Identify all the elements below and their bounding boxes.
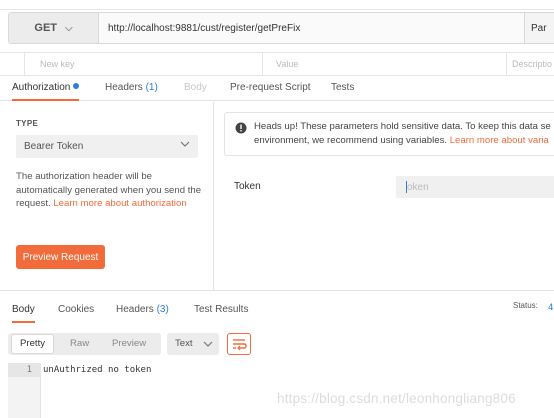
new-key-input[interactable]: New key [40,53,75,75]
tab-test-results[interactable]: Test Results [194,298,248,323]
tab-label: Headers [105,82,143,93]
response-text: unAuthrized no token [43,365,152,375]
token-placeholder: oken [407,181,429,193]
line-number: 1 [26,365,32,375]
tab-headers[interactable]: Headers (1) [105,76,158,101]
tab-label: Authorization [12,82,71,93]
format-value: Text [175,338,193,349]
tab-pre-request-script[interactable]: Pre-request Script [230,76,311,101]
active-line-highlight [8,363,41,377]
auth-type-select[interactable]: Bearer Token [16,135,198,158]
pretty-button[interactable]: Pretty [11,334,55,354]
tab-tests[interactable]: Tests [331,76,354,101]
method-label: GET [34,22,58,34]
token-input[interactable]: oken [396,176,554,198]
tab-response-body[interactable]: Body [12,298,35,323]
tab-authorization[interactable]: Authorization [12,76,80,101]
tab-count: (1) [145,82,158,93]
top-strip [0,0,554,10]
method-select[interactable]: GET ⌵ [9,13,99,43]
wrap-lines-button[interactable] [227,333,251,355]
alert-line-2: environment, we recommend using variable… [254,134,554,148]
description-input[interactable]: Descriptio [512,53,552,75]
status-code: 40 [548,303,554,313]
preview-request-button[interactable]: Preview Request [16,245,105,269]
column-divider [506,53,507,75]
response-tabs: Body Cookies Headers (3) Test Results [0,298,554,323]
request-url-bar: GET ⌵ http://localhost:9881/cust/registe… [8,12,554,44]
auth-type-panel: TYPE Bearer Token The authorization head… [0,102,214,290]
line-gutter: 1 [8,363,41,418]
wrap-icon [233,339,247,351]
tab-count: (3) [156,304,169,315]
type-label: TYPE [16,119,39,128]
divider [0,290,554,291]
status-label: Status: [513,301,538,310]
sensitive-data-alert: Heads up! These parameters hold sensitiv… [224,112,554,156]
auth-type-value: Bearer Token [24,141,84,152]
tab-cookies[interactable]: Cookies [58,298,94,323]
url-input[interactable]: http://localhost:9881/cust/register/getP… [99,13,524,43]
response-status: Status: 40 [513,301,554,313]
alert-line-2-text: environment, we recommend using variable… [254,134,450,146]
learn-more-auth-link[interactable]: Learn more about authorization [53,198,186,209]
chevron-down-icon [180,141,190,147]
column-divider [24,53,25,75]
auth-description: The authorization header will be automat… [16,170,202,211]
column-divider [262,53,263,75]
raw-button[interactable]: Raw [70,333,89,355]
value-input[interactable]: Value [276,53,298,75]
watermark: https://blog.csdn.net/leonhongliang806 [277,391,516,406]
view-mode-group: Pretty Raw Preview [8,333,161,355]
request-tabs: Authorization Headers (1) Body Pre-reque… [0,76,554,101]
indicator-dot-icon [73,83,80,89]
params-table-header: New key Value Descriptio [0,52,554,76]
tab-body[interactable]: Body [184,76,207,101]
token-label: Token [234,181,261,192]
tab-label: Headers [116,304,154,315]
alert-line-1: Heads up! These parameters hold sensitiv… [254,121,551,132]
tab-response-headers[interactable]: Headers (3) [116,298,169,323]
learn-more-variables-link[interactable]: Learn more about varia [450,135,549,146]
chevron-down-icon: ⌵ [65,22,73,34]
info-icon [235,122,247,134]
format-select[interactable]: Text [167,333,219,355]
preview-button[interactable]: Preview [112,333,146,355]
chevron-down-icon [203,341,213,347]
alert-message: Heads up! These parameters hold sensitiv… [254,120,554,147]
params-button[interactable]: Par [524,13,554,43]
